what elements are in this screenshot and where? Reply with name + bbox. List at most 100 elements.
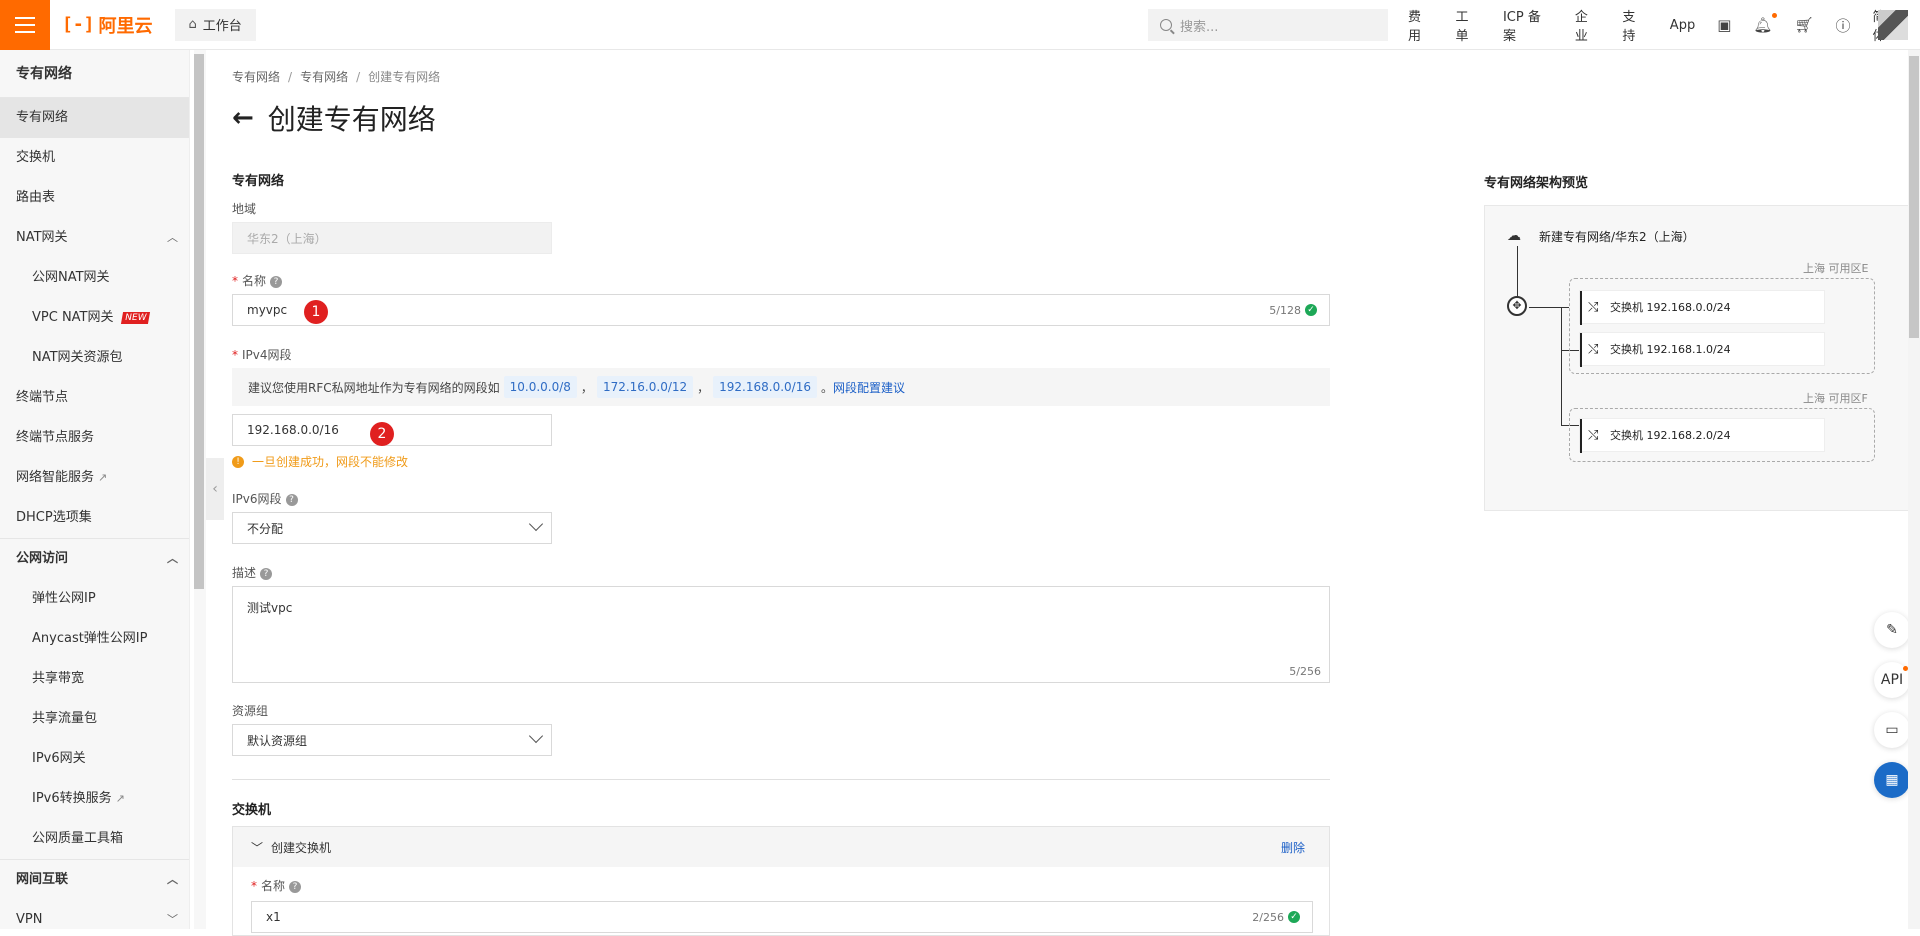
sidebar-item-vpc[interactable]: 专有网络 xyxy=(0,98,189,138)
sidebar-group-interconnect[interactable]: 网间互联 ︿ xyxy=(0,860,189,900)
ipv4-tag-172[interactable]: 172.16.0.0/12 xyxy=(596,376,694,398)
sidebar-item-shared-traffic[interactable]: 共享流量包 xyxy=(0,699,189,739)
breadcrumb-item[interactable]: 专有网络 xyxy=(300,70,348,84)
sidebar-item-dhcp[interactable]: DHCP选项集 xyxy=(0,498,189,538)
region-value: 华东2（上海） xyxy=(247,231,327,246)
sidebar-item-ipv6-gateway[interactable]: IPv6网关 xyxy=(0,739,189,779)
sidebar-item-ipv6-translation[interactable]: IPv6转换服务 ↗ xyxy=(0,779,189,819)
connector-line xyxy=(1529,307,1569,308)
description-textarea[interactable]: 测试vpc 5/256 xyxy=(232,586,1330,683)
help-icon[interactable]: ? xyxy=(260,567,273,580)
ipv4-label-text: IPv4网段 xyxy=(242,348,292,362)
router-icon: ✥ xyxy=(1507,296,1527,316)
chevron-down-icon xyxy=(528,728,544,744)
sidebar-item-eip[interactable]: 弹性公网IP xyxy=(0,579,189,619)
nav-fee[interactable]: 费用 xyxy=(1408,6,1433,44)
new-badge: NEW xyxy=(120,311,150,324)
sidebar-item-network-intelligence[interactable]: 网络智能服务 ↗ xyxy=(0,458,189,498)
warning-icon: ! xyxy=(232,455,244,468)
sidebar-title: 专有网络 xyxy=(0,50,189,98)
switch-bar xyxy=(1580,333,1582,367)
sidebar-group-public-access[interactable]: 公网访问 ︿ xyxy=(0,539,189,579)
vpc-name-input[interactable]: myvpc 5/128 ✓ xyxy=(232,294,1330,326)
switch-label: 交换机 192.168.0.0/24 xyxy=(1610,301,1731,314)
chat-button[interactable]: ▭ xyxy=(1874,712,1910,748)
feedback-button[interactable]: ✎ xyxy=(1874,612,1910,648)
chevron-up-icon: ︿ xyxy=(167,873,178,886)
nav-support[interactable]: 支持 xyxy=(1622,6,1647,44)
help-icon[interactable]: ? xyxy=(289,880,302,893)
cidr-suggestion-link[interactable]: 网段配置建议 xyxy=(833,379,905,396)
preview-switch-3: ⤭ 交换机 192.168.2.0/24 xyxy=(1579,418,1825,453)
logo-text: 阿里云 xyxy=(98,15,153,37)
help-icon[interactable]: ? xyxy=(285,493,298,506)
switch-bar xyxy=(1580,291,1582,325)
breadcrumb-item[interactable]: 专有网络 xyxy=(232,70,280,84)
ipv4-tag-192[interactable]: 192.168.0.0/16 xyxy=(713,376,817,398)
delete-switch-link[interactable]: 删除 xyxy=(1281,839,1305,856)
chevron-up-icon: ︿ xyxy=(167,231,178,244)
nav-enterprise[interactable]: 企业 xyxy=(1575,6,1600,44)
sidebar-item-endpoint[interactable]: 终端节点 xyxy=(0,378,189,418)
ipv4-tag-10[interactable]: 10.0.0.0/8 xyxy=(503,376,577,398)
description-label: 描述? xyxy=(232,564,273,581)
sidebar-item-label: 弹性公网IP xyxy=(32,591,96,606)
help-icon[interactable]: ? xyxy=(270,275,283,288)
sidebar-collapse-button[interactable]: ‹ xyxy=(206,458,224,520)
chevron-down-icon xyxy=(528,516,544,532)
sidebar-item-quality-toolbox[interactable]: 公网质量工具箱 xyxy=(0,819,189,859)
bell-icon[interactable]: 🔔︎ xyxy=(1753,13,1778,34)
sidebar-item-anycast-eip[interactable]: Anycast弹性公网IP xyxy=(0,619,189,659)
help-icon[interactable]: ⓘ xyxy=(1835,15,1850,36)
nav-ticket[interactable]: 工单 xyxy=(1455,6,1480,44)
page-scrollbar[interactable] xyxy=(1908,50,1920,929)
search-icon xyxy=(1160,19,1172,31)
preview-switch-2: ⤭ 交换机 192.168.1.0/24 xyxy=(1579,332,1825,367)
menu-button[interactable] xyxy=(0,0,50,50)
description-char-count: 5/256 xyxy=(1289,665,1321,678)
avatar[interactable] xyxy=(1878,10,1908,40)
search-input[interactable]: 搜索... xyxy=(1148,9,1388,41)
breadcrumb-sep: / xyxy=(356,70,361,84)
switch-name-label: * 名称? xyxy=(251,877,302,894)
sidebar-item-nat-package[interactable]: NAT网关资源包 xyxy=(0,338,189,378)
back-arrow-icon[interactable]: ← xyxy=(232,103,254,133)
sidebar-item-endpoint-service[interactable]: 终端节点服务 xyxy=(0,418,189,458)
notification-dot xyxy=(1772,13,1778,18)
vpc-name-value: myvpc xyxy=(247,303,288,317)
nav-app[interactable]: App xyxy=(1670,18,1695,33)
switch-name-label-text: 名称 xyxy=(261,879,286,893)
create-switch-header[interactable]: ﹀ 创建交换机 删除 xyxy=(233,827,1329,867)
nav-icp[interactable]: ICP 备案 xyxy=(1503,6,1553,44)
api-button[interactable]: API xyxy=(1874,662,1910,698)
sidebar-item-public-nat[interactable]: 公网NAT网关 xyxy=(0,258,189,298)
preview-vpc-label: 新建专有网络/华东2（上海） xyxy=(1539,230,1695,244)
create-switch-panel: ﹀ 创建交换机 删除 * 名称? x1 2/256 ✓ xyxy=(232,826,1330,936)
sidebar-item-vswitch[interactable]: 交换机 xyxy=(0,138,189,178)
sidebar-item-route-table[interactable]: 路由表 xyxy=(0,178,189,218)
ipv4-warning: ! 一旦创建成功，网段不能修改 xyxy=(232,453,408,470)
required-mark: * xyxy=(232,348,238,362)
sidebar-scrollbar[interactable] xyxy=(194,54,204,589)
ipv6-select[interactable]: 不分配 xyxy=(232,512,552,544)
sidebar-item-nat-gateway[interactable]: NAT网关 ︿ xyxy=(0,218,189,258)
cart-icon[interactable]: 🛒︎ xyxy=(1794,16,1813,34)
sidebar-item-label: 共享流量包 xyxy=(32,711,98,726)
switch-name-value: x1 xyxy=(266,910,281,924)
sidebar-item-vpc-nat[interactable]: VPC NAT网关 NEW xyxy=(0,298,189,338)
sidebar-item-label: 网络智能服务 xyxy=(16,470,95,485)
logo[interactable]: [-] 阿里云 xyxy=(62,12,153,38)
page-scrollbar-thumb[interactable] xyxy=(1909,56,1919,338)
terminal-icon[interactable]: ▣ xyxy=(1717,16,1731,34)
sidebar-item-label: 公网NAT网关 xyxy=(32,270,110,285)
breadcrumb: 专有网络 / 专有网络 / 创建专有网络 xyxy=(232,68,440,85)
apps-button[interactable]: ▦ xyxy=(1874,762,1910,798)
switch-name-input[interactable]: x1 2/256 ✓ xyxy=(251,901,1313,933)
top-nav: 费用 工单 ICP 备案 企业 支持 App ▣ 🔔︎ 🛒︎ ⓘ 简体 xyxy=(1408,0,1920,50)
resource-group-select[interactable]: 默认资源组 xyxy=(232,724,552,756)
sidebar-group-label: 公网访问 xyxy=(16,551,69,566)
page-title: ← 创建专有网络 xyxy=(232,98,436,138)
sidebar-item-shared-bandwidth[interactable]: 共享带宽 xyxy=(0,659,189,699)
workbench-button[interactable]: ⌂ 工作台 xyxy=(174,8,256,41)
sidebar-item-vpn[interactable]: VPN ﹀ xyxy=(0,900,189,929)
